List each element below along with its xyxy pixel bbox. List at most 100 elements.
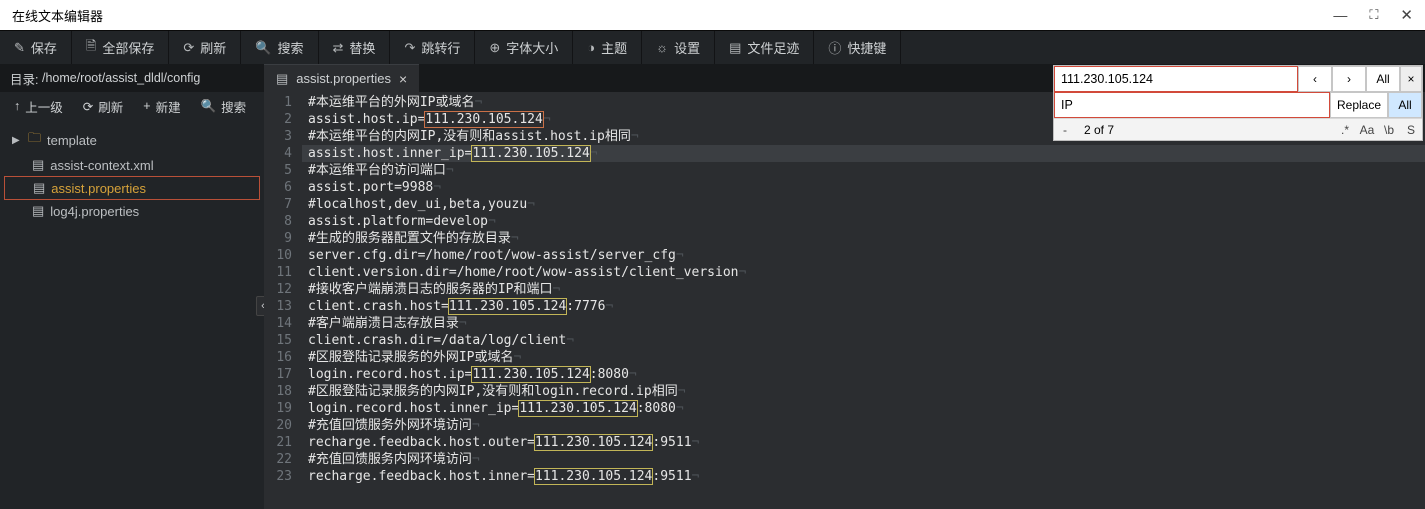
search-close-button[interactable]: × — [1400, 66, 1422, 92]
minimize-button[interactable]: — — [1333, 7, 1347, 23]
maximize-button[interactable]: ⛶ — [1369, 7, 1378, 23]
toolbar-跳转行[interactable]: ↷ 跳转行 — [390, 31, 475, 65]
toolbar-icon: ⊕ — [489, 40, 500, 56]
line-number: 9 — [264, 230, 292, 247]
sidebar-tool-上一级[interactable]: ↑上一级 — [4, 92, 73, 120]
toolbar-快捷键[interactable]: ⓘ快捷键 — [814, 31, 901, 65]
path-value: /home/root/assist_dldl/config — [42, 71, 200, 85]
find-prev-button[interactable]: ‹ — [1298, 66, 1332, 92]
toolbar-label: 设置 — [674, 38, 700, 57]
search-match: 111.230.105.124 — [519, 401, 636, 416]
code-line: client.version.dir=/home/root/wow-assist… — [308, 264, 746, 281]
code-line: assist.platform=develop¬ — [308, 213, 746, 230]
file-item-assist.properties[interactable]: ▤assist.properties — [4, 176, 260, 200]
sidebar-tool-刷新[interactable]: ⟳ 刷新 — [73, 92, 134, 120]
toolbar-搜索[interactable]: 🔍搜索 — [241, 31, 318, 65]
folder-item-template[interactable]: ▶ 🗀 template — [0, 126, 264, 154]
line-number: 15 — [264, 332, 292, 349]
line-number: 17 — [264, 366, 292, 383]
code-line: #本运维平台的内网IP,没有则和assist.host.ip相同¬ — [308, 128, 746, 145]
folder-icon: 🗀 — [28, 129, 41, 151]
line-number: 5 — [264, 162, 292, 179]
line-number: 18 — [264, 383, 292, 400]
toolbar-icon: ▤ — [729, 40, 741, 56]
toolbar-设置[interactable]: ☼设置 — [642, 31, 715, 65]
line-number: 23 — [264, 468, 292, 485]
code-line: #充值回馈服务外网环境访问¬ — [308, 417, 746, 434]
search-match: 111.230.105.124 — [472, 367, 589, 382]
toolbar-保存[interactable]: ✎ 保存 — [0, 31, 72, 65]
toolbar-替换[interactable]: ⇄替换 — [319, 31, 391, 65]
search-match: 111.230.105.124 — [425, 112, 542, 127]
sidebar-tool-新建[interactable]: + 新建 — [133, 92, 190, 120]
sb-tool-label: 上一级 — [25, 97, 63, 116]
sb-tool-label: 刷新 — [98, 97, 123, 116]
line-number: 4 — [264, 145, 292, 162]
titlebar: 在线文本编辑器 — ⛶ ✕ — [0, 0, 1425, 30]
code-line: #本运维平台的访问端口¬ — [308, 162, 746, 179]
replace-button[interactable]: Replace — [1330, 92, 1388, 118]
case-toggle[interactable]: Aa — [1356, 123, 1378, 137]
search-all-button[interactable]: All — [1366, 66, 1400, 92]
sb-tool-icon: + — [143, 99, 150, 113]
file-icon: ▤ — [32, 203, 44, 219]
line-number: 1 — [264, 94, 292, 111]
line-number: 20 — [264, 417, 292, 434]
tab-close-icon[interactable]: × — [399, 71, 407, 87]
line-number: 3 — [264, 128, 292, 145]
toolbar-icon: ⟳ — [183, 40, 194, 56]
toolbar-icon: ⓘ — [828, 38, 841, 57]
sb-tool-label: 新建 — [156, 97, 181, 116]
line-number: 11 — [264, 264, 292, 281]
toolbar-label: 替换 — [349, 38, 375, 57]
file-icon: ▤ — [32, 157, 44, 173]
toolbar-label: 跳转行 — [421, 38, 460, 57]
sb-tool-label: 搜索 — [221, 97, 246, 116]
search-input[interactable] — [1054, 66, 1298, 92]
code-line: assist.host.inner_ip=111.230.105.124¬ — [308, 145, 746, 162]
path-bar: 目录: /home/root/assist_dldl/config — [0, 64, 264, 92]
toolbar-label: 文件足迹 — [747, 38, 799, 57]
line-number: 2 — [264, 111, 292, 128]
sidebar-tool-搜索[interactable]: 🔍 搜索 — [191, 92, 257, 120]
tab-assist-properties[interactable]: ▤ assist.properties × — [264, 64, 419, 92]
toolbar-label: 保存 — [31, 38, 57, 57]
sb-tool-icon: 🔍 — [201, 99, 217, 114]
toolbar-label: 字体大小 — [506, 38, 558, 57]
caret-icon: ▶ — [12, 135, 22, 146]
line-number: 7 — [264, 196, 292, 213]
window-controls: — ⛶ ✕ — [1333, 6, 1413, 24]
code-line: recharge.feedback.host.outer=111.230.105… — [308, 434, 746, 451]
sb-tool-icon: ⟳ — [83, 99, 93, 114]
file-item-log4j.properties[interactable]: ▤log4j.properties — [0, 200, 264, 222]
toolbar-全部保存[interactable]: 🗎全部保存 — [72, 31, 169, 65]
sidebar-toolbar: ↑上一级 ⟳ 刷新 + 新建 🔍 搜索 — [0, 92, 264, 120]
search-toggle-button[interactable]: - — [1054, 123, 1076, 137]
toolbar-文件足迹[interactable]: ▤ 文件足迹 — [715, 31, 814, 65]
toolbar-主题[interactable]: ◑主题 — [573, 31, 642, 65]
selection-toggle[interactable]: S — [1400, 123, 1422, 137]
find-next-button[interactable]: › — [1332, 66, 1366, 92]
toolbar-icon: ✎ — [14, 40, 25, 56]
replace-all-button[interactable]: All — [1388, 92, 1422, 118]
window-title: 在线文本编辑器 — [12, 6, 103, 25]
toolbar-icon: ↷ — [404, 40, 415, 56]
replace-input[interactable] — [1054, 92, 1330, 118]
file-item-assist-context.xml[interactable]: ▤assist-context.xml — [0, 154, 264, 176]
code-line: #本运维平台的外网IP或域名¬ — [308, 94, 746, 111]
regex-toggle[interactable]: .* — [1334, 123, 1356, 137]
search-match: 111.230.105.124 — [535, 435, 652, 450]
code-line: client.crash.dir=/data/log/client¬ — [308, 332, 746, 349]
file-name: assist.properties — [51, 181, 146, 196]
code-line: login.record.host.ip=111.230.105.124:808… — [308, 366, 746, 383]
close-button[interactable]: ✕ — [1400, 6, 1413, 24]
toolbar-字体大小[interactable]: ⊕ 字体大小 — [475, 31, 573, 65]
code-editor[interactable]: 1234567891011121314151617181920212223 #本… — [264, 92, 1425, 509]
code-line: #充值回馈服务内网环境访问¬ — [308, 451, 746, 468]
toolbar-刷新[interactable]: ⟳刷新 — [169, 31, 241, 65]
code-line: #区服登陆记录服务的外网IP或域名¬ — [308, 349, 746, 366]
search-replace-panel: ‹ › All × Replace All - 2 of 7 .* Aa \b … — [1053, 65, 1423, 141]
wholeword-toggle[interactable]: \b — [1378, 123, 1400, 137]
sidebar: 目录: /home/root/assist_dldl/config ↑上一级 ⟳ 刷… — [0, 64, 264, 509]
line-number: 6 — [264, 179, 292, 196]
